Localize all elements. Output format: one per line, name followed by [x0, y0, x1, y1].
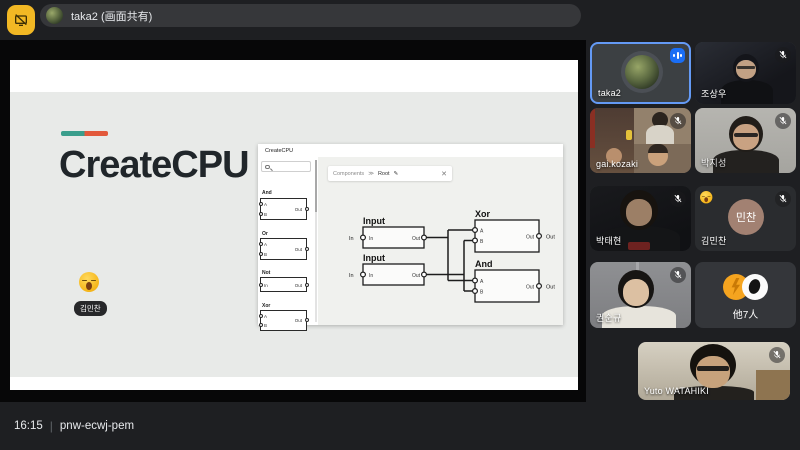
divider: |: [50, 419, 53, 433]
circuit-editor-window: CreateCPU And A B Out: [258, 144, 563, 325]
participant-tile[interactable]: 권순규: [590, 262, 691, 328]
svg-text:Out: Out: [412, 273, 421, 279]
node-input-2[interactable]: Input In In Out: [349, 253, 426, 285]
audio-speaking-icon: [670, 48, 685, 63]
reaction-emoji-anguished: [79, 272, 99, 292]
participant-tile[interactable]: Yuto WATAHIKI: [638, 342, 790, 400]
top-bar: taka2 (画面共有): [0, 0, 800, 40]
svg-text:Out: Out: [526, 235, 535, 241]
presenter-avatar: [46, 7, 63, 24]
others-count-label: 他7人: [695, 306, 796, 321]
clock-time: 16:15: [14, 420, 43, 432]
avatar: 민찬: [728, 199, 764, 235]
presentation-slide: CreateCPU 김민찬 CreateCPU And: [10, 60, 578, 390]
shared-screen-stage: CreateCPU 김민찬 CreateCPU And: [0, 40, 586, 402]
palette-gate-and[interactable]: A B Out: [260, 198, 307, 220]
participant-name: Yuto WATAHIKI: [644, 386, 709, 396]
slide-accent-dash: [61, 131, 108, 136]
palette-item-label: Xor: [262, 303, 270, 309]
svg-text:Out: Out: [546, 235, 555, 241]
mic-off-icon: [769, 347, 785, 363]
circuit-canvas[interactable]: Components ≫ Root ✎ ✕ Input: [318, 157, 563, 325]
wires: [424, 230, 475, 291]
participant-name: 조상우: [701, 87, 726, 100]
avatar: [625, 55, 659, 89]
overflow-tile-others[interactable]: 他7人: [695, 262, 796, 328]
palette-item-label: Or: [262, 231, 268, 237]
participant-tile[interactable]: 민찬 김민찬: [695, 186, 796, 251]
palette-gate-xor[interactable]: A B Out: [260, 310, 307, 331]
participant-tile-taka2[interactable]: taka2: [590, 42, 691, 104]
palette-scrollbar[interactable]: [315, 160, 317, 322]
glasses: [737, 66, 755, 69]
participant-name: 박지성: [701, 156, 726, 169]
node-xor[interactable]: Xor A B Out Out: [473, 209, 556, 252]
participant-tile[interactable]: 박지성: [695, 108, 796, 173]
search-icon: [265, 165, 270, 170]
participant-tile[interactable]: 박태현: [590, 186, 691, 251]
svg-text:Out: Out: [546, 285, 555, 291]
participant-name: 김민찬: [701, 234, 726, 247]
svg-text:Out: Out: [526, 285, 535, 291]
meeting-code: pnw-ecwj-pem: [60, 420, 134, 432]
mic-off-icon: [775, 191, 791, 207]
palette-gate-or[interactable]: A B Out: [260, 238, 307, 260]
node-and[interactable]: And A B Out Out: [473, 259, 556, 302]
circuit-diagram: Input In In Out Input In: [318, 157, 563, 324]
reaction-emoji-anguished: [700, 191, 712, 203]
glasses: [734, 133, 758, 137]
stop-sharing-button[interactable]: [7, 5, 35, 35]
svg-text:In: In: [369, 273, 373, 279]
svg-text:And: And: [475, 259, 493, 269]
present-off-icon: [13, 12, 29, 28]
svg-text:Input: Input: [363, 216, 385, 226]
meet-window: taka2 (画面共有) CreateCPU 김민찬 CreateCPU: [0, 0, 800, 450]
screen-share-banner[interactable]: taka2 (画面共有): [40, 4, 581, 27]
presenter-label: taka2 (画面共有): [71, 8, 152, 24]
svg-text:Out: Out: [412, 236, 421, 242]
glasses: [697, 366, 729, 371]
svg-text:In: In: [349, 273, 354, 279]
svg-text:In: In: [369, 236, 373, 242]
participant-name: 권순규: [596, 311, 621, 324]
mic-off-icon: [670, 267, 686, 283]
stacked-avatars: [695, 274, 796, 300]
component-palette: And A B Out Or A: [258, 157, 316, 325]
participant-name: taka2: [598, 88, 621, 98]
reaction-sender-name: 김민찬: [74, 301, 107, 316]
mic-off-icon: [670, 191, 686, 207]
svg-text:In: In: [349, 236, 354, 242]
node-input-1[interactable]: Input In In Out: [349, 216, 426, 248]
palette-item-label: Not: [262, 270, 270, 276]
slide-title: CreateCPU: [59, 144, 249, 187]
mic-off-icon: [670, 113, 686, 129]
palette-item-label: And: [262, 190, 272, 196]
palette-search-input[interactable]: [261, 161, 311, 172]
svg-text:Input: Input: [363, 253, 385, 263]
palette-gate-not[interactable]: In Out: [260, 277, 307, 292]
mic-off-icon: [775, 113, 791, 129]
meeting-info: 16:15 | pnw-ecwj-pem: [14, 402, 134, 450]
participant-name: 박태현: [596, 234, 621, 247]
svg-text:Xor: Xor: [475, 209, 491, 219]
participant-name: gai.kozaki: [596, 159, 638, 169]
mic-off-icon: [775, 47, 791, 63]
editor-title: CreateCPU: [265, 148, 293, 154]
participant-tile[interactable]: gai.kozaki: [590, 108, 691, 173]
avatar: [742, 274, 768, 300]
bottom-control-bar: 16:15 | pnw-ecwj-pem: [0, 402, 800, 450]
participant-tile[interactable]: 조상우: [695, 42, 796, 104]
